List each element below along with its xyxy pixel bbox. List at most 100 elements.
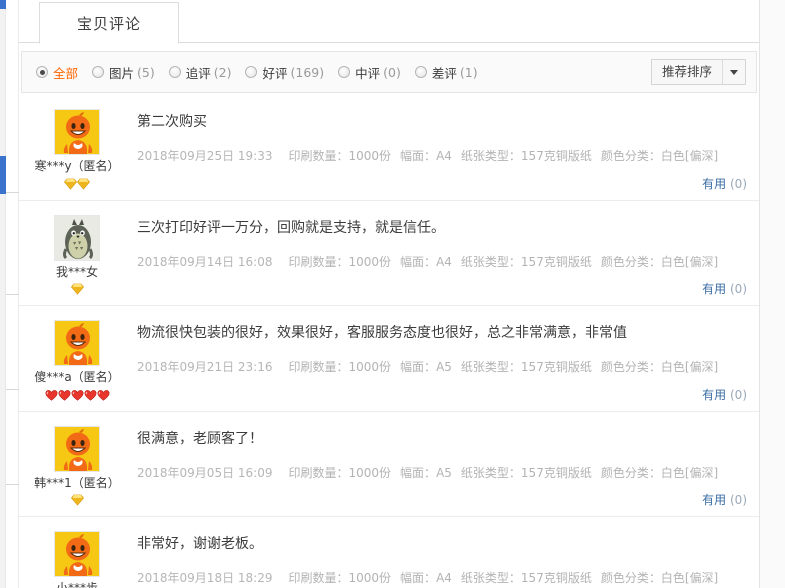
spec-quantity-value: 1000份 bbox=[348, 254, 392, 269]
spec-paper-value: 157克铜版纸 bbox=[520, 360, 592, 374]
orange-mascot-avatar bbox=[55, 532, 99, 576]
filter-count: (1) bbox=[459, 64, 478, 80]
radio-icon[interactable] bbox=[245, 66, 258, 78]
filter-option-6[interactable]: 差评 (1) bbox=[414, 63, 478, 82]
review-item: 小***步 非常好，谢谢老板。 2018年09月18日 18:29 印刷数量：1000… bbox=[19, 517, 759, 588]
spec-quantity-label: 印刷数量： bbox=[288, 465, 349, 480]
spec-format-value: A4 bbox=[436, 149, 452, 163]
reviewer-column: 我***女 bbox=[27, 213, 127, 296]
spec-color-label: 颜色分类： bbox=[600, 149, 661, 163]
avatar[interactable] bbox=[54, 109, 100, 155]
spec-format-value: A4 bbox=[436, 571, 452, 585]
heart-icon bbox=[58, 389, 70, 401]
review-body: 非常好，谢谢老板。 2018年09月18日 18:29 印刷数量：1000份 幅面：A… bbox=[127, 529, 751, 588]
review-date: 2018年09月05日 16:09 bbox=[137, 465, 273, 480]
content-column: 宝贝评论 全部 图片 (5) 追评 (2) 好评 (169) 中评 (0) 差评 (1) 推荐排序 … bbox=[19, 0, 759, 588]
avatar[interactable] bbox=[54, 531, 100, 577]
gutter-tick bbox=[6, 484, 19, 485]
tab-label: 宝贝评论 bbox=[76, 14, 141, 33]
review-item: 傻***a（匿名） 物流很快包装的很好，效果很好，客服服务态度也很好，总之非常满意… bbox=[19, 306, 759, 412]
spec-color-value: 白色[偏深] bbox=[660, 360, 719, 374]
spec-quantity: 印刷数量：1000份 bbox=[288, 466, 391, 480]
spec-color-value: 白色[偏深] bbox=[660, 465, 719, 480]
gutter-tick bbox=[6, 389, 19, 390]
spec-paper-label: 纸张类型： bbox=[460, 571, 521, 585]
useful-label: 有用 bbox=[702, 387, 727, 402]
filter-option-5[interactable]: 中评 (0) bbox=[338, 63, 401, 82]
review-meta: 2018年09月18日 18:29 印刷数量：1000份 幅面：A4 纸张类型：157… bbox=[137, 569, 751, 587]
spec-paper: 纸张类型：157克铜版纸 bbox=[461, 466, 592, 480]
review-item: 我***女 三次打印好评一万分，回购就是支持，就是信任。 2018年09月14日 1… bbox=[19, 201, 759, 306]
filter-option-3[interactable]: 追评 (2) bbox=[168, 63, 231, 82]
review-date: 2018年09月25日 19:33 bbox=[137, 149, 273, 163]
spec-format-label: 幅面： bbox=[400, 149, 437, 163]
review-meta: 2018年09月05日 16:09 印刷数量：1000份 幅面：A5 纸张类型：157… bbox=[137, 464, 751, 482]
filter-label: 全部 bbox=[53, 65, 79, 81]
spec-paper-label: 纸张类型： bbox=[460, 254, 521, 269]
filter-count: (169) bbox=[290, 64, 325, 80]
radio-icon[interactable] bbox=[414, 66, 427, 78]
spec-color-label: 颜色分类： bbox=[600, 465, 661, 480]
avatar[interactable] bbox=[54, 425, 100, 472]
spec-quantity-value: 1000份 bbox=[348, 149, 392, 163]
spec-color: 颜色分类：白色[偏深] bbox=[601, 255, 718, 269]
radio-icon[interactable] bbox=[92, 66, 105, 78]
reviewer-column: 韩***1（匿名） bbox=[27, 424, 127, 507]
spec-format-label: 幅面： bbox=[400, 254, 437, 269]
reviewer-rank-icons bbox=[27, 177, 127, 190]
reviewer-column: 傻***a（匿名） bbox=[27, 318, 127, 401]
sort-dropdown[interactable]: 推荐排序 bbox=[650, 59, 746, 85]
spec-format-label: 幅面： bbox=[400, 360, 437, 374]
spec-paper: 纸张类型：157克铜版纸 bbox=[461, 360, 592, 374]
review-meta: 2018年09月21日 23:16 印刷数量：1000份 幅面：A5 纸张类型：157… bbox=[137, 358, 751, 376]
gem-icon bbox=[70, 494, 84, 506]
radio-icon[interactable] bbox=[36, 66, 48, 78]
orange-mascot-avatar bbox=[55, 321, 99, 365]
reviews-page: 宝贝评论 全部 图片 (5) 追评 (2) 好评 (169) 中评 (0) 差评 (1) 推荐排序 … bbox=[0, 0, 785, 588]
review-text: 非常好，谢谢老板。 bbox=[137, 536, 263, 552]
spec-format-value: A5 bbox=[436, 360, 452, 374]
tab-bar: 宝贝评论 bbox=[19, 0, 759, 44]
spec-format-label: 幅面： bbox=[400, 465, 437, 480]
spec-paper-value: 157克铜版纸 bbox=[520, 149, 592, 163]
review-meta: 2018年09月25日 19:33 印刷数量：1000份 幅面：A4 纸张类型：157… bbox=[137, 147, 751, 165]
radio-icon[interactable] bbox=[168, 66, 181, 78]
spec-paper-value: 157克铜版纸 bbox=[520, 571, 592, 585]
spec-color-label: 颜色分类： bbox=[600, 571, 661, 585]
useful-label: 有用 bbox=[702, 176, 727, 191]
filter-label: 差评 bbox=[431, 65, 457, 81]
radio-icon[interactable] bbox=[338, 66, 351, 78]
spec-paper: 纸张类型：157克铜版纸 bbox=[461, 149, 592, 163]
spec-quantity: 印刷数量：1000份 bbox=[288, 571, 391, 585]
filter-option-4[interactable]: 好评 (169) bbox=[245, 63, 324, 82]
filter-group: 全部 图片 (5) 追评 (2) 好评 (169) 中评 (0) 差评 (1) bbox=[36, 63, 492, 82]
spec-paper-label: 纸张类型： bbox=[460, 360, 521, 374]
reviewer-rank-icons bbox=[27, 283, 127, 296]
review-text: 第二次购买 bbox=[137, 114, 207, 130]
useful-button[interactable]: 有用 (0) bbox=[702, 491, 747, 508]
useful-button[interactable]: 有用 (0) bbox=[702, 386, 747, 403]
filter-option-1[interactable]: 全部 bbox=[36, 63, 78, 82]
chevron-down-icon[interactable] bbox=[723, 60, 745, 84]
reviewer-rank-icons bbox=[27, 388, 127, 401]
spec-format-value: A5 bbox=[436, 465, 452, 480]
spec-quantity-label: 印刷数量： bbox=[288, 149, 349, 163]
filter-label: 好评 bbox=[262, 65, 288, 81]
avatar[interactable] bbox=[54, 320, 100, 366]
filter-bar: 全部 图片 (5) 追评 (2) 好评 (169) 中评 (0) 差评 (1) 推荐排序 bbox=[21, 51, 757, 93]
tab-product-reviews[interactable]: 宝贝评论 bbox=[39, 2, 179, 44]
spec-format: 幅面：A4 bbox=[400, 149, 452, 163]
reviewer-column: 小***步 bbox=[27, 529, 127, 588]
review-text: 三次打印好评一万分，回购就是支持，就是信任。 bbox=[137, 219, 445, 236]
useful-count: (0) bbox=[730, 176, 747, 191]
review-body: 第二次购买 2018年09月25日 19:33 印刷数量：1000份 幅面：A4 纸张类… bbox=[127, 107, 751, 190]
useful-button[interactable]: 有用 (0) bbox=[702, 175, 747, 192]
reviewer-name: 韩***1（匿名） bbox=[34, 475, 120, 490]
review-body: 三次打印好评一万分，回购就是支持，就是信任。 2018年09月14日 16:08 印… bbox=[127, 213, 751, 296]
spec-quantity-value: 1000份 bbox=[348, 571, 392, 585]
useful-button[interactable]: 有用 (0) bbox=[702, 280, 747, 297]
avatar[interactable] bbox=[54, 214, 100, 261]
spec-format: 幅面：A4 bbox=[400, 255, 452, 269]
filter-option-2[interactable]: 图片 (5) bbox=[92, 63, 155, 82]
review-body: 很满意，老顾客了！ 2018年09月05日 16:09 印刷数量：1000份 幅面：A… bbox=[127, 424, 751, 507]
